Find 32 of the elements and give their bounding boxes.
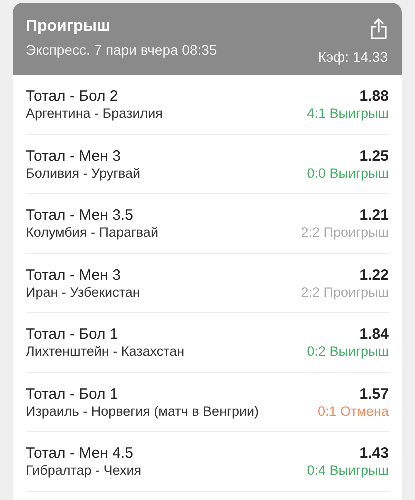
bet-market: Тотал - Бол 1	[26, 386, 120, 402]
bet-odds: 1.21	[360, 207, 389, 224]
bet-market: Тотал - Мен 3	[26, 148, 122, 164]
bet-market: Тотал - Мен 3	[26, 266, 122, 284]
match-name: Лихтенштейн - Казахстан	[26, 343, 185, 360]
match-result: 4:1 Выигрыш	[307, 105, 389, 122]
bet-market: Тотал - Бол 1	[26, 326, 120, 343]
bet-summary: Экспресс. 7 пари вчера 08:35	[26, 41, 218, 60]
total-odds: Кэф: 14.33	[318, 49, 388, 65]
bet-odds: 1.84	[360, 326, 389, 343]
match-result: 0:1 Отмена	[318, 402, 389, 420]
match-name: Боливия - Уругвай	[26, 164, 141, 182]
match-result: 0:4 Выигрыш	[307, 462, 389, 479]
match-name: Колумбия - Парагвай	[26, 224, 158, 241]
bet-status-title: Проигрыш	[26, 17, 112, 37]
match-result: 0:2 Выигрыш	[307, 343, 389, 360]
bet-market: Тотал - Мен 3.5	[26, 207, 134, 224]
match-result: 0:0 Выигрыш	[307, 164, 389, 182]
bet-odds: 1.57	[360, 386, 389, 402]
bet-market: Тотал - Бол 2	[26, 88, 120, 105]
match-name: Иран - Узбекистан	[26, 284, 140, 300]
bet-odds: 1.25	[360, 148, 389, 164]
bet-odds: 1.22	[360, 266, 389, 284]
bet-odds: 1.43	[360, 445, 389, 462]
bet-market: Тотал - Мен 4.5	[26, 445, 134, 462]
bet-odds: 1.88	[360, 88, 389, 105]
match-name: Аргентина - Бразилия	[26, 105, 163, 122]
match-result: 2:2 Проигрыш	[301, 224, 389, 241]
match-name: Израиль - Норвегия (матч в Венгрии)	[26, 402, 260, 420]
share-icon[interactable]	[370, 18, 388, 40]
match-result: 2:2 Проигрыш	[301, 284, 389, 300]
match-name: Гибралтар - Чехия	[26, 462, 142, 479]
